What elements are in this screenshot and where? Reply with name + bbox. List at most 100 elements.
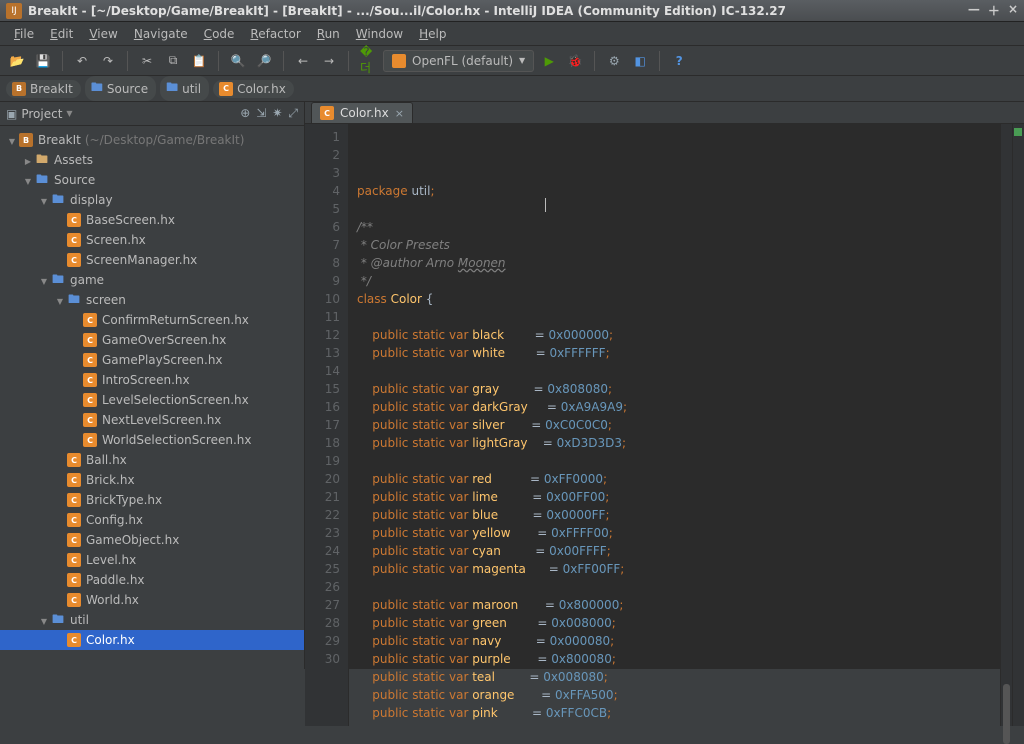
tree-item-paddle-hx[interactable]: CPaddle.hx [0,570,304,590]
tree-item-worldselectionscreen-hx[interactable]: CWorldSelectionScreen.hx [0,430,304,450]
editor-tab-color[interactable]: C Color.hx × [311,102,413,123]
breadcrumb-color-hx[interactable]: CColor.hx [213,80,294,98]
tree-item-game[interactable]: 🖿game [0,270,304,290]
code-line-18[interactable]: public static var lime = 0x00FF00; [357,488,1000,506]
tree-item-confirmreturnscreen-hx[interactable]: CConfirmReturnScreen.hx [0,310,304,330]
code-line-7[interactable]: class Color { [357,290,1000,308]
tree-item-gameoverscreen-hx[interactable]: CGameOverScreen.hx [0,330,304,350]
chevron-down-icon[interactable]: ▼ [66,109,72,118]
code-area[interactable]: package util; /** * Color Presets * @aut… [349,124,1000,726]
forward-button[interactable]: → [318,50,340,72]
tree-item-levelselectionscreen-hx[interactable]: CLevelSelectionScreen.hx [0,390,304,410]
menu-navigate[interactable]: Navigate [126,25,196,43]
back-button[interactable]: ← [292,50,314,72]
tree-item-brick-hx[interactable]: CBrick.hx [0,470,304,490]
code-line-25[interactable]: public static var green = 0x008000; [357,614,1000,632]
menu-refactor[interactable]: Refactor [242,25,308,43]
code-line-9[interactable]: public static var black = 0x000000; [357,326,1000,344]
run-config-dropdown[interactable]: OpenFL (default) ▼ [383,50,534,72]
build-button[interactable]: �더 [357,50,379,72]
profile-button[interactable]: ◧ [629,50,651,72]
code-line-17[interactable]: public static var red = 0xFF0000; [357,470,1000,488]
tree-arrow[interactable] [22,173,34,187]
tree-item-gameobject-hx[interactable]: CGameObject.hx [0,530,304,550]
tree-item-screen[interactable]: 🖿screen [0,290,304,310]
code-line-3[interactable]: /** [357,218,1000,236]
vertical-scrollbar[interactable] [1000,124,1012,726]
menu-code[interactable]: Code [196,25,243,43]
cut-button[interactable]: ✂ [136,50,158,72]
code-line-19[interactable]: public static var blue = 0x0000FF; [357,506,1000,524]
menu-window[interactable]: Window [348,25,411,43]
code-line-2[interactable] [357,200,1000,218]
panel-settings-button[interactable]: ✷ [272,106,282,121]
tree-arrow[interactable] [6,133,18,147]
code-line-12[interactable]: public static var gray = 0x808080; [357,380,1000,398]
code-line-5[interactable]: * @author Arno Moonen [357,254,1000,272]
editor[interactable]: 1234567891011121314151617181920212223242… [305,124,1024,726]
code-line-29[interactable]: public static var orange = 0xFFA500; [357,686,1000,704]
code-line-16[interactable] [357,452,1000,470]
tree-item-assets[interactable]: 🖿Assets [0,150,304,170]
open-button[interactable]: 📂 [6,50,28,72]
code-line-10[interactable]: public static var white = 0xFFFFFF; [357,344,1000,362]
code-line-21[interactable]: public static var cyan = 0x00FFFF; [357,542,1000,560]
tree-item-bricktype-hx[interactable]: CBrickType.hx [0,490,304,510]
tree-item-display[interactable]: 🖿display [0,190,304,210]
copy-button[interactable]: ⧉ [162,50,184,72]
tree-arrow[interactable] [38,273,50,287]
scroll-from-source-button[interactable]: ⊕ [240,106,250,121]
tree-item-color-hx[interactable]: CColor.hx [0,630,304,650]
tree-item-screen-hx[interactable]: CScreen.hx [0,230,304,250]
tree-item-source[interactable]: 🖿Source [0,170,304,190]
tree-item-gameplayscreen-hx[interactable]: CGamePlayScreen.hx [0,350,304,370]
menu-edit[interactable]: Edit [42,25,81,43]
code-line-4[interactable]: * Color Presets [357,236,1000,254]
tree-arrow[interactable] [38,193,50,207]
menu-file[interactable]: File [6,25,42,43]
tree-item-breakit[interactable]: BBreakIt(~/Desktop/Game/BreakIt) [0,130,304,150]
code-line-20[interactable]: public static var yellow = 0xFFFF00; [357,524,1000,542]
breadcrumb-breakit[interactable]: BBreakIt [6,80,81,98]
save-all-button[interactable]: 💾 [32,50,54,72]
code-line-24[interactable]: public static var maroon = 0x800000; [357,596,1000,614]
paste-button[interactable]: 📋 [188,50,210,72]
project-tree[interactable]: BBreakIt(~/Desktop/Game/BreakIt)🖿Assets🖿… [0,126,304,669]
tree-item-util[interactable]: 🖿util [0,610,304,630]
tree-item-level-hx[interactable]: CLevel.hx [0,550,304,570]
code-line-28[interactable]: public static var teal = 0x008080; [357,668,1000,686]
replace-button[interactable]: 🔎 [253,50,275,72]
close-icon[interactable]: × [395,107,404,120]
tree-item-ball-hx[interactable]: CBall.hx [0,450,304,470]
undo-button[interactable]: ↶ [71,50,93,72]
coverage-button[interactable]: ⚙ [603,50,625,72]
window-minimize-button[interactable]: — [968,2,980,19]
tree-arrow[interactable] [54,293,66,307]
tree-item-screenmanager-hx[interactable]: CScreenManager.hx [0,250,304,270]
scrollbar-thumb[interactable] [1003,684,1010,744]
help-button[interactable]: ? [668,50,690,72]
code-line-26[interactable]: public static var navy = 0x000080; [357,632,1000,650]
tree-item-basescreen-hx[interactable]: CBaseScreen.hx [0,210,304,230]
code-line-22[interactable]: public static var magenta = 0xFF00FF; [357,560,1000,578]
window-maximize-button[interactable]: ＋ [988,2,1000,19]
find-button[interactable]: 🔍 [227,50,249,72]
code-line-15[interactable]: public static var lightGray = 0xD3D3D3; [357,434,1000,452]
breadcrumb-util[interactable]: 🖿util [160,76,209,101]
collapse-all-button[interactable]: ⇲ [256,106,266,121]
run-button[interactable]: ▶ [538,50,560,72]
code-line-30[interactable]: public static var pink = 0xFFC0CB; [357,704,1000,722]
code-line-27[interactable]: public static var purple = 0x800080; [357,650,1000,668]
code-line-13[interactable]: public static var darkGray = 0xA9A9A9; [357,398,1000,416]
code-line-14[interactable]: public static var silver = 0xC0C0C0; [357,416,1000,434]
menu-run[interactable]: Run [309,25,348,43]
tree-item-world-hx[interactable]: CWorld.hx [0,590,304,610]
code-line-6[interactable]: */ [357,272,1000,290]
tree-item-nextlevelscreen-hx[interactable]: CNextLevelScreen.hx [0,410,304,430]
redo-button[interactable]: ↷ [97,50,119,72]
code-line-11[interactable] [357,362,1000,380]
code-line-1[interactable]: package util; [357,182,1000,200]
code-line-8[interactable] [357,308,1000,326]
breadcrumb-source[interactable]: 🖿Source [85,76,156,101]
hide-panel-button[interactable]: ⤢ [288,106,298,121]
